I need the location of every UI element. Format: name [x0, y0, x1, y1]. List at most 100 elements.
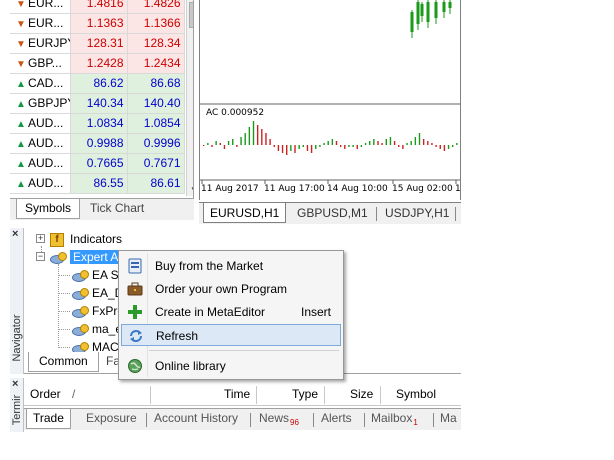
tree-item-expert[interactable]: ma_e	[72, 320, 122, 338]
indicator-bar	[410, 141, 412, 145]
column-order[interactable]: Order	[30, 387, 61, 401]
symbol-row[interactable]: ▲GBPJPY140.34140.40	[10, 93, 185, 114]
indicator-bar	[310, 145, 313, 153]
scrollbar-thumb[interactable]	[189, 2, 193, 28]
arrow-up-icon: ▲	[16, 79, 26, 90]
symbol-row[interactable]: ▼EURJPY128.31128.34	[10, 33, 185, 54]
symbol-row[interactable]: ▲ CAD... 86.62 86.68	[10, 73, 185, 94]
tab-exposure[interactable]: Exposure	[80, 409, 143, 429]
symbol-name: AUD...	[28, 116, 64, 130]
tab-common[interactable]: Common	[28, 352, 99, 372]
indicator-bar	[360, 145, 363, 147]
market-watch-tabs: Symbols Tick Chart	[10, 198, 194, 220]
tab-news[interactable]: News96	[253, 409, 305, 429]
indicator-bar	[256, 125, 259, 145]
menu-item-online-library[interactable]: Online library	[121, 355, 341, 377]
symbol-row[interactable]: ▲ AUD... 86.55 86.61	[10, 173, 185, 194]
menu-item-label: Buy from the Market	[155, 259, 264, 273]
symbol-cell[interactable]: ▲ AUD...	[10, 133, 71, 154]
ask-cell: 140.40	[127, 93, 185, 114]
ask-cell: 0.7671	[127, 153, 185, 174]
symbol-row[interactable]: ▼ EUR... 1.4816 1.4826	[10, 0, 185, 14]
tree-item-expert[interactable]: EA_D	[72, 284, 123, 302]
context-menu: Buy from the Market Order your own Progr…	[118, 250, 344, 380]
indicator-bar	[281, 145, 284, 153]
terminal-title: Termir	[11, 394, 23, 426]
indicator-bar	[377, 141, 379, 145]
ask-cell: 86.61	[127, 173, 185, 194]
indicator-bar	[227, 141, 230, 145]
column-time[interactable]: Time	[224, 387, 250, 401]
close-icon[interactable]: ×	[12, 228, 18, 240]
tree-line	[58, 347, 70, 348]
price-candle	[410, 12, 414, 32]
indicator-bar	[398, 145, 400, 147]
sort-indicator: /	[72, 387, 76, 401]
tree-item-expert[interactable]: FxPro	[72, 302, 124, 320]
menu-item-buy-from-market[interactable]: Buy from the Market	[121, 255, 341, 277]
menu-item-create-in-metaeditor[interactable]: Create in MetaEditor Insert	[121, 301, 341, 323]
date-label: 11 Aug 17:00	[264, 184, 325, 194]
chart-window[interactable]	[199, 0, 461, 200]
symbol-row[interactable]: ▼ GBP... 1.2428 1.2434	[10, 53, 185, 74]
tab-alerts[interactable]: Alerts	[315, 409, 358, 429]
collapse-icon[interactable]: −	[36, 252, 45, 261]
indicator-bar	[402, 145, 404, 149]
tab-mailbox[interactable]: Mailbox1	[365, 409, 424, 429]
briefcase-icon	[127, 282, 143, 296]
menu-item-refresh[interactable]: Refresh	[121, 324, 341, 346]
indicator-bar	[319, 145, 321, 147]
indicator-bar	[215, 141, 217, 145]
menu-item-order-program[interactable]: Order your own Program	[121, 278, 341, 300]
menu-item-label: Create in MetaEditor	[155, 305, 266, 319]
indicator-bar	[339, 145, 342, 147]
symbol-row[interactable]: ▲ AUD... 1.0834 1.0854	[10, 113, 185, 134]
symbol-cell[interactable]: ▼EURJPY	[10, 33, 71, 54]
symbol-name: AUD...	[28, 176, 64, 190]
tab-gbpusd-m1[interactable]: GBPUSD,M1	[291, 203, 374, 223]
bid-cell: 128.31	[70, 33, 128, 54]
symbol-cell[interactable]: ▲GBPJPY	[10, 93, 71, 114]
column-type[interactable]: Type	[292, 387, 318, 401]
symbol-name: EUR...	[28, 16, 64, 30]
navigator-sidebar: × Navigator	[10, 228, 24, 374]
column-size[interactable]: Size	[350, 387, 373, 401]
symbol-cell[interactable]: ▲ AUD...	[10, 173, 71, 194]
symbol-name: EURJPY	[28, 36, 69, 50]
indicator-bar	[385, 139, 387, 145]
indicator-bar	[439, 145, 441, 149]
tab-usdjpy-h1[interactable]: USDJPY,H1	[379, 203, 455, 223]
tree-item-expert-advisors[interactable]: Expert Ac	[50, 248, 128, 266]
tab-account-history[interactable]: Account History	[148, 409, 244, 429]
symbol-cell[interactable]: ▲ AUD...	[10, 113, 71, 134]
bid-cell: 140.34	[70, 93, 128, 114]
tab-market[interactable]: Ma	[434, 409, 461, 429]
chart-canvas[interactable]	[200, 0, 461, 200]
symbol-cell[interactable]: ▼ EUR...	[10, 0, 71, 14]
symbol-row[interactable]: ▼ EUR... 1.1363 1.1366	[10, 13, 185, 34]
expand-icon[interactable]: +	[36, 234, 45, 243]
column-symbol[interactable]: Symbol	[396, 387, 436, 401]
indicator-bar	[207, 143, 209, 145]
chart-tabs: EURUSD,H1 GBPUSD,M1 USDJPY,H1	[199, 202, 461, 224]
scroll-down-arrow-icon[interactable]: ▼	[190, 185, 193, 194]
symbol-cell[interactable]: ▼ EUR...	[10, 13, 71, 34]
indicator-bar	[265, 133, 267, 145]
tab-eurusd-h1[interactable]: EURUSD,H1	[203, 203, 287, 223]
arrow-up-icon: ▲	[16, 119, 26, 130]
indicator-bar	[373, 139, 375, 145]
symbol-cell[interactable]: ▲ CAD...	[10, 73, 71, 94]
market-watch-scrollbar[interactable]: ▼	[186, 0, 193, 196]
bid-cell: 86.55	[70, 173, 128, 194]
tab-trade[interactable]: Trade	[26, 409, 71, 429]
symbol-row[interactable]: ▲ AUD... 0.7665 0.7671	[10, 153, 185, 174]
tab-tick-chart[interactable]: Tick Chart	[82, 199, 152, 219]
tree-item-expert[interactable]: EA Sc	[72, 266, 125, 284]
tree-item-indicators[interactable]: f Indicators	[50, 230, 122, 248]
symbol-row[interactable]: ▲ AUD... 0.9988 0.9996	[10, 133, 185, 154]
indicator-icon: f	[50, 232, 64, 247]
symbol-cell[interactable]: ▼ GBP...	[10, 53, 71, 74]
tree-item-label: Indicators	[70, 232, 123, 246]
tab-symbols[interactable]: Symbols	[16, 199, 81, 219]
symbol-cell[interactable]: ▲ AUD...	[10, 153, 71, 174]
